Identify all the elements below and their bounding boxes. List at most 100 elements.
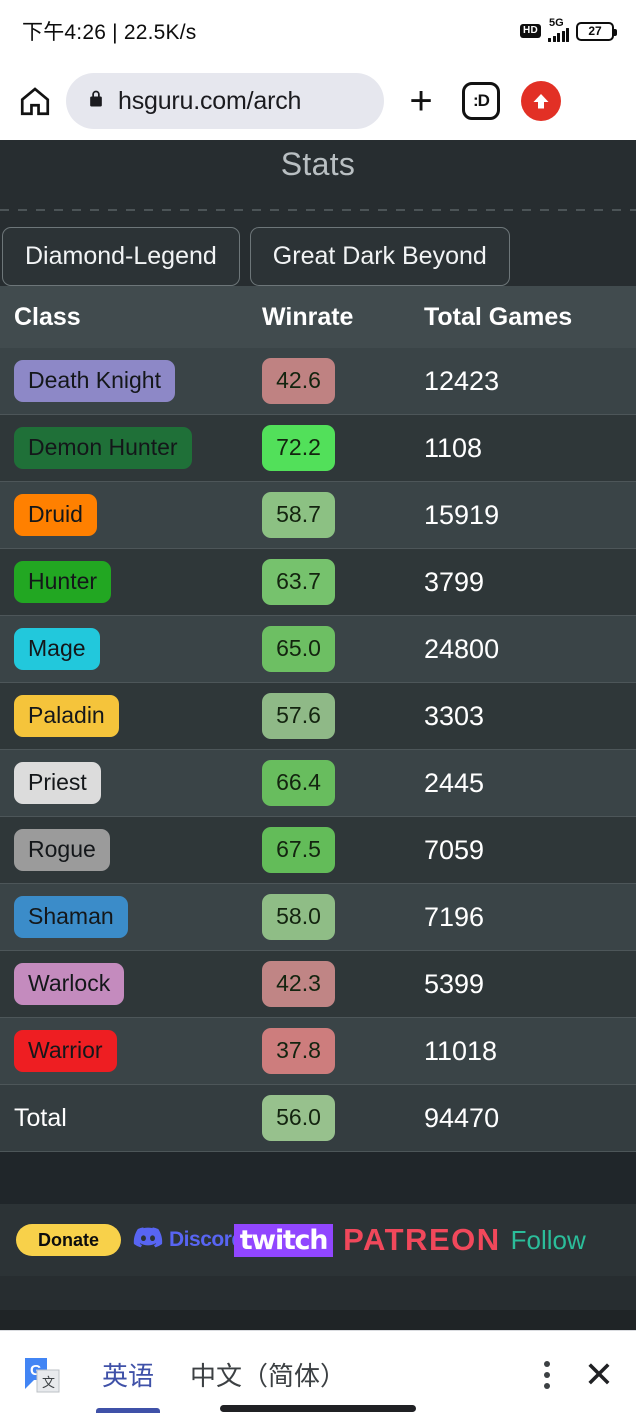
column-header-winrate[interactable]: Winrate [262,303,424,332]
total-label: Total [14,1103,67,1132]
class-badge[interactable]: Death Knight [14,360,175,402]
cell-total-winrate: 56.0 [262,1095,424,1141]
tab-count-icon: :D [462,82,500,120]
table-row[interactable]: Hunter 63.7 3799 [0,549,636,616]
twitch-link[interactable]: twitch [233,1223,334,1257]
class-badge[interactable]: Demon Hunter [14,427,192,469]
filter-tab-rank[interactable]: Diamond-Legend [2,227,240,286]
cell-total-games: 1108 [424,432,483,463]
class-badge[interactable]: Paladin [14,695,119,737]
cell-class: Druid [0,494,262,536]
cell-winrate: 67.5 [262,827,424,873]
patreon-link[interactable]: PATREON [343,1222,500,1258]
cell-winrate: 58.7 [262,492,424,538]
class-badge[interactable]: Hunter [14,561,112,603]
tab-switcher-button[interactable]: :D [458,78,504,124]
translate-source-language-tab[interactable]: 英语 [84,1331,172,1418]
url-bar[interactable]: hsguru.com/arch [66,73,384,129]
cell-total-games: 3799 [424,566,485,597]
cell-total-games: 2445 [424,767,485,798]
table-body: Death Knight 42.6 12423 Demon Hunter 72.2 110… [0,348,636,1152]
status-bar: 下午4:26 | 22.5K/s HD 5G 27 [0,0,636,62]
status-clock: 下午4:26 [22,21,107,44]
table-row[interactable]: Death Knight 42.6 12423 [0,348,636,415]
phone-screen: 下午4:26 | 22.5K/s HD 5G 27 hsguru.com/arc… [0,0,636,1418]
column-header-class[interactable]: Class [0,303,262,332]
cell-total-games: 11018 [424,1035,498,1066]
class-badge[interactable]: Rogue [14,829,110,871]
network-speed: 22.5K/s [123,21,197,44]
cell-winrate: 66.4 [262,760,424,806]
cell-class: Mage [0,628,262,670]
table-row[interactable]: Paladin 57.6 3303 [0,683,636,750]
home-icon[interactable] [18,84,52,118]
up-arrow-icon [521,81,561,121]
status-separator: | [112,21,118,44]
cell-total-games: 5399 [424,968,485,999]
table-row[interactable]: Shaman 58.0 7196 [0,884,636,951]
table-row[interactable]: Mage 65.0 24800 [0,616,636,683]
table-row[interactable]: Rogue 67.5 7059 [0,817,636,884]
hd-icon: HD [519,24,541,38]
winrate-badge: 56.0 [262,1095,335,1141]
cell-total-games: 12423 [424,365,500,396]
table-row[interactable]: Warrior 37.8 11018 [0,1018,636,1085]
table-row[interactable]: Priest 66.4 2445 [0,750,636,817]
table-row[interactable]: Demon Hunter 72.2 1108 [0,415,636,482]
cell-total-games: 24800 [424,633,500,664]
winrate-badge: 65.0 [262,626,335,672]
winrate-badge: 72.2 [262,425,335,471]
cell-class: Priest [0,762,262,804]
class-badge[interactable]: Warlock [14,963,125,1005]
svg-text:文: 文 [42,1376,55,1391]
scroll-to-top-button[interactable] [518,78,564,124]
discord-label: Discord [169,1228,244,1251]
cell-total-games-sum: 94470 [424,1102,500,1133]
class-badge[interactable]: Mage [14,628,100,670]
cell-winrate: 63.7 [262,559,424,605]
follow-link[interactable]: Follow [511,1225,586,1256]
url-text: hsguru.com/arch [118,86,302,115]
battery-level-label: 27 [588,24,602,38]
network-type-label: 5G [549,17,564,29]
cell-class: Hunter [0,561,262,603]
filter-tabs: Diamond-Legend Great Dark Beyond [0,211,636,286]
winrate-badge: 67.5 [262,827,335,873]
discord-link[interactable]: Discord [133,1226,244,1254]
winrate-badge: 58.7 [262,492,335,538]
close-icon[interactable]: ✕ [572,1356,614,1393]
class-badge[interactable]: Druid [14,494,97,536]
cell-class: Paladin [0,695,262,737]
winrate-badge: 66.4 [262,760,335,806]
winrate-badge: 58.0 [262,894,335,940]
cell-class: Demon Hunter [0,427,262,469]
table-bottom-gap [0,1152,636,1204]
class-badge[interactable]: Priest [14,762,101,804]
signal-strength-icon: 5G [548,17,569,42]
class-badge[interactable]: Warrior [14,1030,117,1072]
column-header-total-games[interactable]: Total Games [424,303,636,332]
cell-total-games: 7059 [424,834,485,865]
cell-total-games: 3303 [424,700,485,731]
table-header-row: Class Winrate Total Games [0,286,636,348]
gesture-nav-bar [220,1405,416,1412]
table-total-row: Total 56.0 94470 [0,1085,636,1152]
filter-tab-expansion[interactable]: Great Dark Beyond [249,227,510,286]
stats-table: Class Winrate Total Games Death Knight 42… [0,286,636,1152]
signal-bars-icon [548,28,569,42]
battery-icon: 27 [576,21,617,41]
class-badge[interactable]: Shaman [14,896,128,938]
table-row[interactable]: Warlock 42.3 5399 [0,951,636,1018]
page-title: Stats [280,146,356,182]
cell-class: Death Knight [0,360,262,402]
cell-winrate: 42.3 [262,961,424,1007]
cell-total-games: 15919 [424,499,500,530]
cell-winrate: 57.6 [262,693,424,739]
new-tab-button[interactable]: + [398,78,444,124]
table-row[interactable]: Druid 58.7 15919 [0,482,636,549]
donate-button[interactable]: Donate [16,1224,122,1256]
status-left-group: 下午4:26 | 22.5K/s [22,16,196,46]
cell-winrate: 37.8 [262,1028,424,1074]
cell-class: Shaman [0,896,262,938]
overflow-menu-icon[interactable] [522,1360,572,1389]
